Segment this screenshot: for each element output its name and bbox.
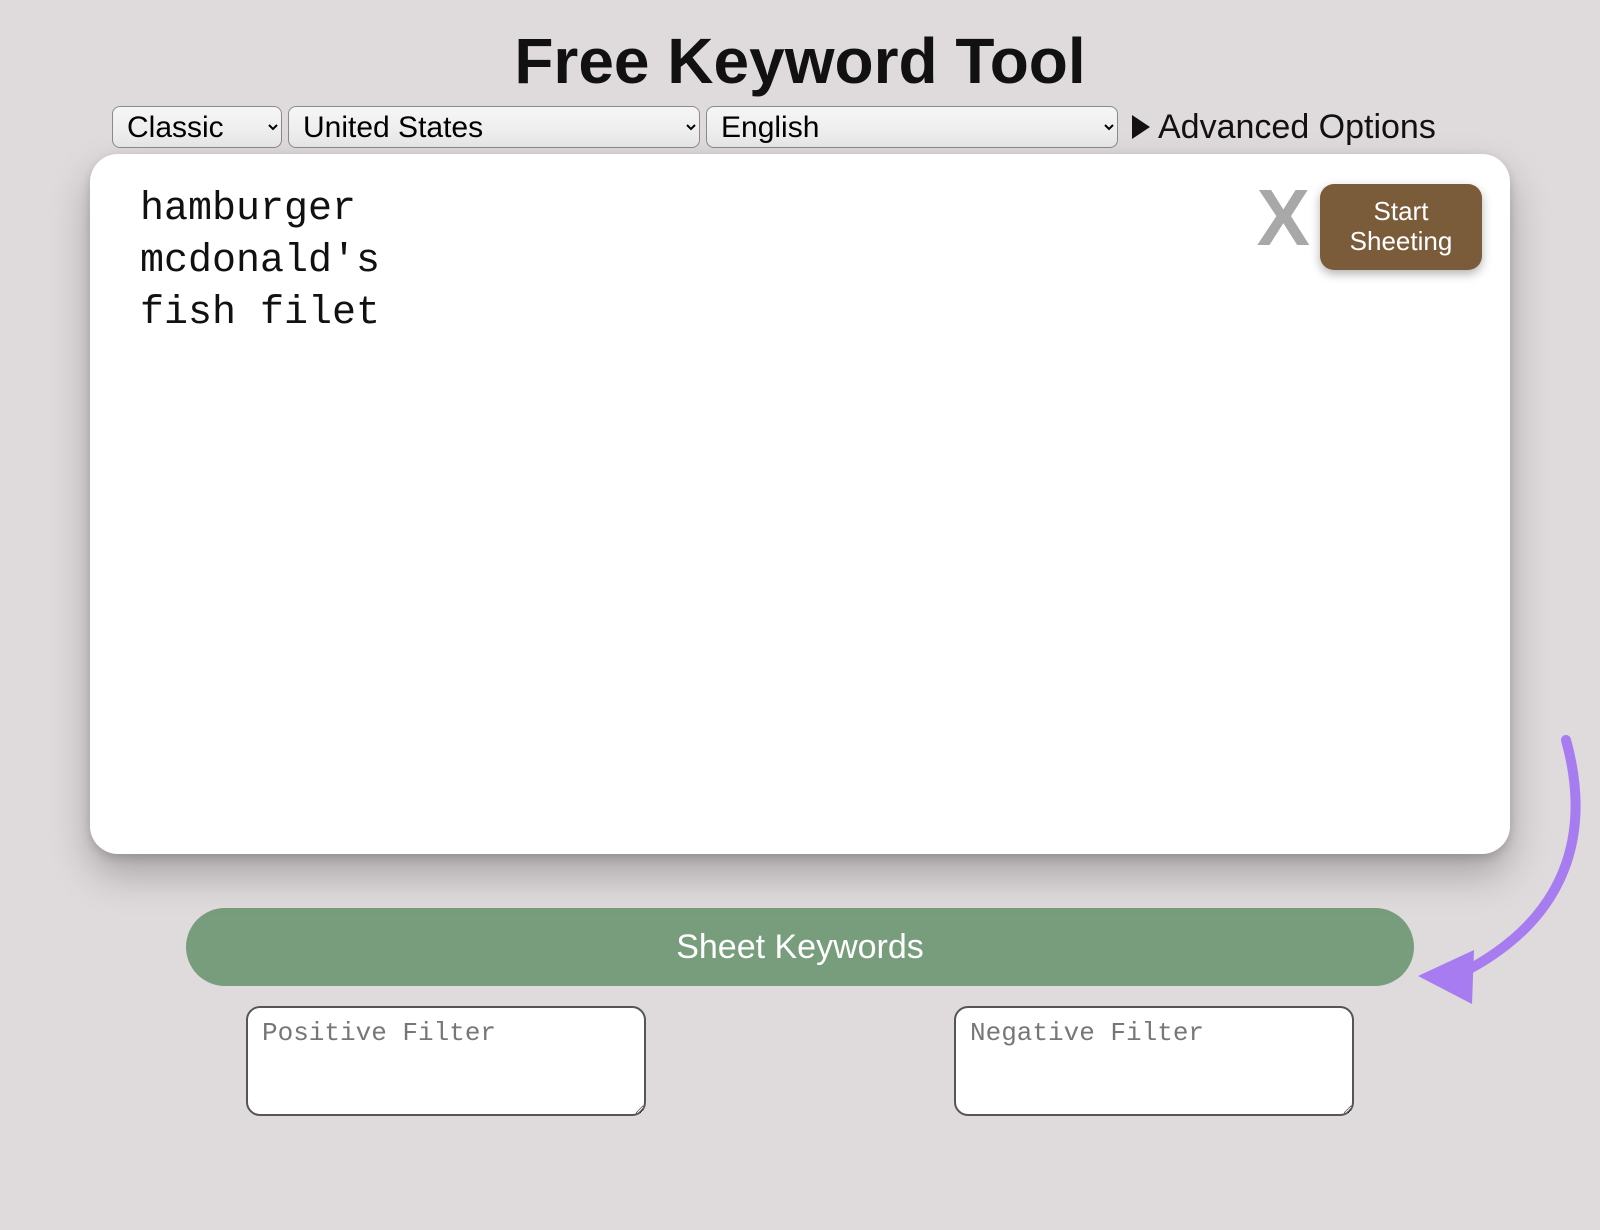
country-select[interactable]: United States (288, 106, 700, 148)
keywords-textarea[interactable] (140, 184, 1240, 804)
filters-row (186, 1006, 1414, 1116)
negative-filter-input[interactable] (954, 1006, 1354, 1116)
keywords-panel: X Start Sheeting (90, 154, 1510, 854)
clear-button[interactable]: X (1257, 178, 1310, 258)
mode-select[interactable]: Classic (112, 106, 282, 148)
advanced-options-label: Advanced Options (1158, 108, 1436, 147)
page-title: Free Keyword Tool (0, 24, 1600, 98)
language-select[interactable]: English (706, 106, 1118, 148)
triangle-right-icon (1132, 115, 1150, 139)
advanced-options-toggle[interactable]: Advanced Options (1132, 108, 1436, 147)
controls-row: Classic United States English Advanced O… (110, 106, 1490, 148)
sheet-keywords-button[interactable]: Sheet Keywords (186, 908, 1414, 986)
positive-filter-input[interactable] (246, 1006, 646, 1116)
start-sheeting-button[interactable]: Start Sheeting (1320, 184, 1482, 270)
